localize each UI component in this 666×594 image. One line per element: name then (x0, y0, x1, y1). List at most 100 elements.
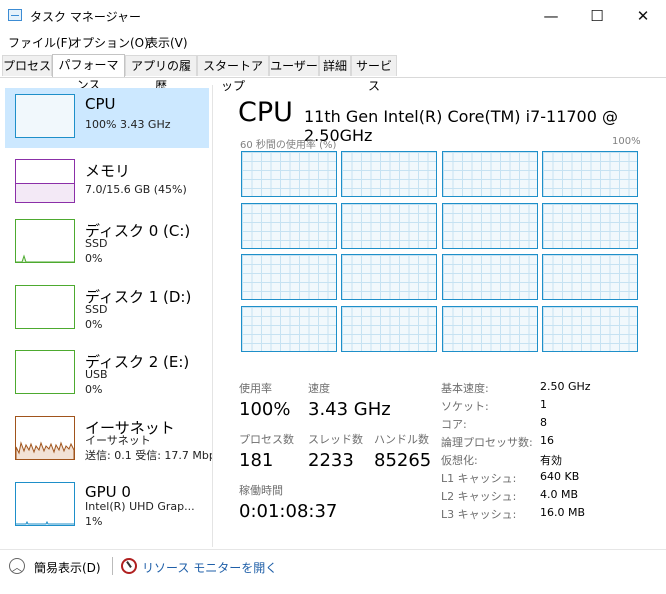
logical-processor-graph (541, 151, 638, 197)
footer-divider (112, 557, 113, 575)
menu-options[interactable]: オプション(O) (70, 34, 149, 51)
l2-cache-value: 4.0 MB (540, 488, 579, 501)
logical-processors-value: 16 (540, 434, 554, 447)
logical-processor-graph (541, 254, 638, 300)
logical-processor-graph (241, 151, 337, 197)
speed-value: 3.43 GHz (308, 399, 391, 420)
uptime-value: 0:01:08:37 (239, 501, 338, 522)
l1-cache-value: 640 KB (540, 470, 580, 483)
sidebar-item-disk-2[interactable]: ディスク 2 (E:) USB 0% (5, 344, 209, 404)
l3-cache-label: L3 キャッシュ: (441, 508, 517, 521)
logical-processor-graph (241, 202, 337, 249)
disk-1-thumbnail-graph (15, 285, 75, 329)
tab-performance[interactable]: パフォーマンス (52, 54, 125, 92)
threads-label: スレッド数 (308, 433, 363, 446)
sockets-value: 1 (540, 398, 547, 411)
tab-startup[interactable]: スタートアップ (197, 55, 269, 93)
tab-users[interactable]: ユーザー (269, 55, 319, 76)
sidebar-item-sub: SSD (85, 237, 108, 250)
ethernet-thumbnail-graph (15, 416, 75, 460)
handles-value: 85265 (374, 450, 432, 471)
graph-axis-label: 60 秒間の使用率 (%) (240, 140, 337, 151)
resource-monitor-icon (121, 558, 137, 574)
menu-view[interactable]: 表示(V) (146, 34, 188, 51)
task-manager-icon (8, 9, 22, 21)
tab-app-history[interactable]: アプリの履歴 (125, 55, 197, 93)
disk-2-thumbnail-graph (15, 350, 75, 394)
logical-processor-graph (341, 305, 438, 352)
logical-processor-graph (541, 202, 638, 249)
sidebar-item-title: CPU (85, 95, 116, 113)
utilization-label: 使用率 (239, 382, 272, 395)
disk-0-thumbnail-graph (15, 219, 75, 263)
uptime-label: 稼働時間 (239, 484, 283, 497)
speed-label: 速度 (308, 382, 330, 395)
l1-cache-label: L1 キャッシュ: (441, 472, 517, 485)
sidebar-item-sub: SSD (85, 303, 108, 316)
logical-processor-graph (341, 254, 438, 300)
sidebar-item-gpu-0[interactable]: GPU 0 Intel(R) UHD Grap... 1% (5, 476, 209, 536)
sidebar-item-disk-1[interactable]: ディスク 1 (D:) SSD 0% (5, 279, 209, 339)
sidebar-item-title: メモリ (85, 162, 131, 180)
minimize-button[interactable]: — (528, 0, 574, 31)
logical-processor-graph (341, 151, 438, 197)
tab-processes[interactable]: プロセス (2, 55, 52, 76)
cores-value: 8 (540, 416, 547, 429)
l3-cache-value: 16.0 MB (540, 506, 586, 519)
sidebar-item-sub: 送信: 0.1 受信: 17.7 Mbps (85, 449, 213, 462)
open-resource-monitor-link[interactable]: リソース モニターを開く (142, 559, 277, 576)
close-button[interactable]: ✕ (620, 0, 666, 31)
logical-processor-graph (341, 202, 438, 249)
tab-bar: プロセス パフォーマンス アプリの履歴 スタートアップ ユーザー 詳細 サービス (0, 54, 666, 93)
handles-label: ハンドル数 (374, 433, 429, 446)
sidebar-item-sub: 0% (85, 252, 103, 265)
tab-services[interactable]: サービス (351, 55, 397, 93)
logical-processor-graph (441, 305, 538, 352)
memory-thumbnail-graph (15, 159, 75, 203)
processes-label: プロセス数 (239, 433, 294, 446)
window-title: タスク マネージャー (30, 10, 141, 24)
title-bar: タスク マネージャー — ☐ ✕ (0, 0, 666, 31)
logical-processor-graph (241, 305, 337, 352)
gpu-thumbnail-graph (15, 482, 75, 526)
threads-value: 2233 (308, 450, 354, 471)
virtualization-value: 有効 (540, 454, 562, 467)
logical-processor-graph (241, 254, 337, 300)
utilization-value: 100% (239, 399, 291, 420)
sockets-label: ソケット: (441, 400, 489, 413)
cores-label: コア: (441, 418, 467, 431)
sidebar-item-ethernet[interactable]: イーサネット イーサネット 送信: 0.1 受信: 17.7 Mbps (5, 410, 212, 470)
sidebar-item-sub: 1% (85, 515, 103, 528)
menu-file[interactable]: ファイル(F) (8, 34, 72, 51)
resource-sidebar: CPU 100% 3.43 GHz メモリ 7.0/15.6 GB (45%) … (0, 85, 213, 547)
virtualization-label: 仮想化: (441, 454, 478, 467)
sidebar-item-sub: Intel(R) UHD Grap... (85, 500, 195, 513)
l2-cache-label: L2 キャッシュ: (441, 490, 517, 503)
graph-max-label: 100% (612, 136, 641, 147)
menu-bar: ファイル(F) オプション(O) 表示(V) (0, 31, 666, 51)
tab-details[interactable]: 詳細 (319, 55, 351, 76)
logical-processor-graph (441, 202, 538, 249)
sidebar-item-sub: 100% 3.43 GHz (85, 118, 171, 131)
sidebar-item-sub: イーサネット (85, 434, 151, 447)
base-speed-value: 2.50 GHz (540, 380, 591, 393)
sidebar-item-title: GPU 0 (85, 483, 131, 501)
logical-processor-graph (441, 254, 538, 300)
maximize-button[interactable]: ☐ (574, 0, 620, 31)
processes-value: 181 (239, 450, 274, 471)
sidebar-item-disk-0[interactable]: ディスク 0 (C:) SSD 0% (5, 213, 209, 273)
sidebar-item-sub: 7.0/15.6 GB (45%) (85, 183, 187, 196)
logical-processors-label: 論理プロセッサ数: (441, 436, 533, 449)
sidebar-item-sub: 0% (85, 383, 103, 396)
chevron-up-icon[interactable]: ︿ (9, 558, 25, 574)
fewer-details-button[interactable]: 簡易表示(D) (34, 559, 101, 576)
base-speed-label: 基本速度: (441, 382, 489, 395)
cpu-thumbnail-graph (15, 94, 75, 138)
sidebar-item-memory[interactable]: メモリ 7.0/15.6 GB (45%) (5, 153, 209, 213)
logical-processor-graph (541, 305, 638, 352)
sidebar-item-cpu[interactable]: CPU 100% 3.43 GHz (5, 88, 209, 148)
logical-processor-graph (441, 151, 538, 197)
sidebar-item-sub: 0% (85, 318, 103, 331)
sidebar-item-sub: USB (85, 368, 108, 381)
page-title: CPU (238, 97, 293, 128)
